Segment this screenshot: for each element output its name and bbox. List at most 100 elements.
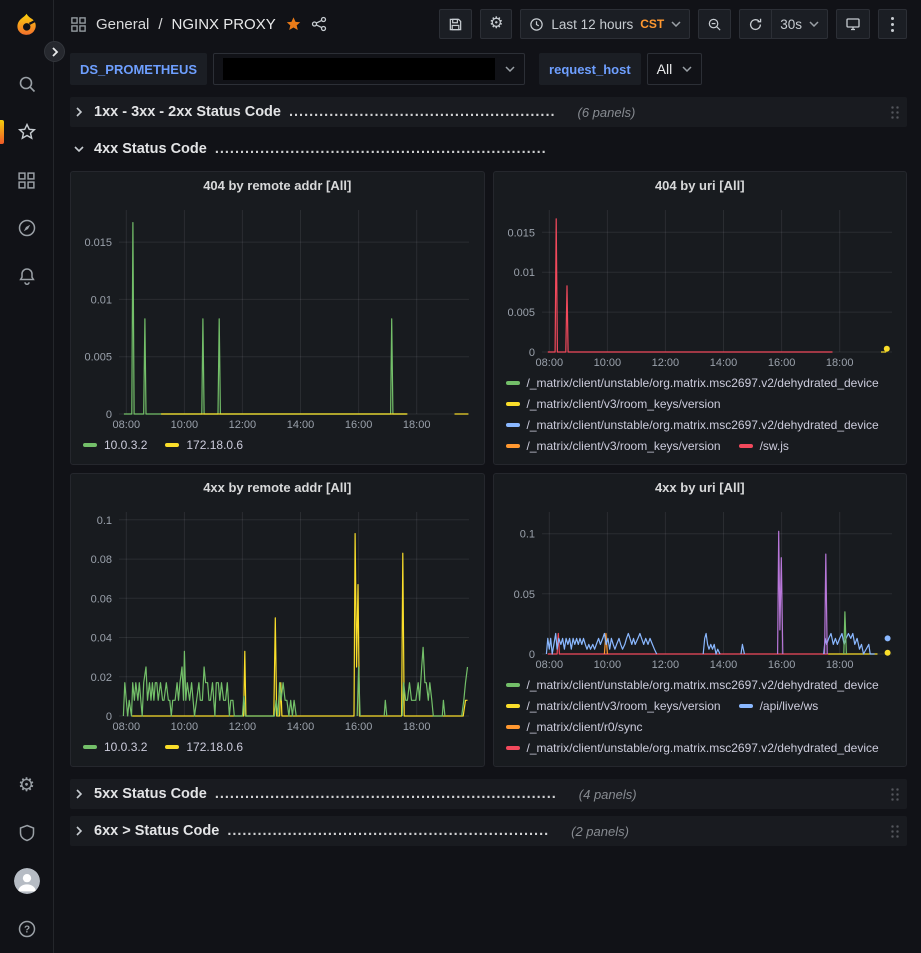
sidebar-item-dashboards[interactable] <box>0 156 53 204</box>
svg-text:18:00: 18:00 <box>403 721 431 733</box>
legend-item[interactable]: /_matrix/client/v3/room_keys/version <box>506 393 721 414</box>
time-series-chart[interactable]: 00.0050.010.01508:0010:0012:0014:0016:00… <box>79 200 477 432</box>
dashboard-row-1xx-3xx-2xx[interactable]: 1xx - 3xx - 2xx Status Code ............… <box>70 97 907 127</box>
dashboard-row-6xx[interactable]: 6xx > Status Code ......................… <box>70 816 907 846</box>
row-title-leader-dots: ........................................… <box>215 786 557 802</box>
dashboard-row-5xx[interactable]: 5xx Status Code ........................… <box>70 779 907 809</box>
shield-icon <box>17 823 37 843</box>
monitor-icon <box>845 16 861 32</box>
gear-icon: ⚙ <box>18 776 35 795</box>
sidebar-item-help[interactable]: ? <box>0 905 53 953</box>
sidebar-item-explore[interactable] <box>0 204 53 252</box>
legend-series-swatch <box>506 725 520 729</box>
dashboard-canvas: 1xx - 3xx - 2xx Status Code ............… <box>54 93 921 953</box>
breadcrumb-folder[interactable]: General <box>96 16 149 33</box>
legend-series-swatch <box>506 381 520 385</box>
legend-item[interactable]: 10.0.3.2 <box>83 434 147 455</box>
svg-text:0.1: 0.1 <box>519 529 534 541</box>
dashboard-title[interactable]: NGINX PROXY <box>172 16 276 33</box>
panel-title[interactable]: 404 by uri [All] <box>494 172 907 200</box>
svg-text:18:00: 18:00 <box>403 419 431 431</box>
chevron-right-icon <box>72 826 86 836</box>
sidebar-item-configuration[interactable]: ⚙ <box>0 761 53 809</box>
svg-text:0.015: 0.015 <box>507 227 535 239</box>
legend-item[interactable]: /_matrix/client/unstable/org.matrix.msc2… <box>506 674 879 695</box>
legend-item[interactable]: /_matrix/client/unstable/org.matrix.msc2… <box>506 414 879 435</box>
dashboard-row-4xx[interactable]: 4xx Status Code ........................… <box>70 134 907 164</box>
svg-text:12:00: 12:00 <box>651 357 679 369</box>
svg-text:08:00: 08:00 <box>535 659 563 671</box>
panel-title[interactable]: 404 by remote addr [All] <box>71 172 484 200</box>
panel-title[interactable]: 4xx by uri [All] <box>494 474 907 502</box>
row-title-leader-dots: ........................................… <box>215 141 547 157</box>
svg-text:0: 0 <box>106 711 112 723</box>
cycle-view-mode-button[interactable] <box>836 9 870 39</box>
legend-series-swatch <box>165 443 179 447</box>
dashboards-grid-icon <box>17 171 36 190</box>
more-options-button[interactable] <box>878 9 907 39</box>
help-icon: ? <box>17 919 37 939</box>
redacted-datasource-value <box>223 58 495 80</box>
refresh-group: 30s <box>739 9 828 39</box>
sidebar-expand-button[interactable] <box>44 41 65 62</box>
breadcrumb-separator: / <box>158 16 162 33</box>
row-drag-handle[interactable] <box>890 787 899 801</box>
refresh-interval-picker[interactable]: 30s <box>772 9 828 39</box>
row-panel-count: (4 panels) <box>579 787 637 802</box>
gear-icon: ⚙ <box>489 16 503 32</box>
time-range-picker[interactable]: Last 12 hours CST <box>520 9 690 39</box>
request-host-variable-label[interactable]: request_host <box>539 53 641 85</box>
grafana-logo[interactable] <box>0 0 53 50</box>
legend-series-swatch <box>506 746 520 750</box>
legend-item[interactable]: /_matrix/client/unstable/org.matrix.msc2… <box>506 737 879 758</box>
datasource-variable-picker[interactable] <box>213 53 525 85</box>
refresh-button[interactable] <box>739 9 772 39</box>
legend-item[interactable]: /_matrix/client/v3/room_keys/version <box>506 435 721 456</box>
legend-series-swatch <box>83 443 97 447</box>
svg-text:?: ? <box>23 925 29 936</box>
zoom-out-time-button[interactable] <box>698 9 731 39</box>
refresh-icon <box>748 17 763 32</box>
chevron-right-icon <box>51 47 59 57</box>
row-drag-handle[interactable] <box>890 824 899 838</box>
svg-text:12:00: 12:00 <box>229 419 257 431</box>
star-icon <box>17 122 37 142</box>
row-drag-handle[interactable] <box>890 105 899 119</box>
legend-item[interactable]: 172.18.0.6 <box>165 736 243 757</box>
dashboard-grid-icon <box>70 16 87 33</box>
legend-series-label: 10.0.3.2 <box>104 740 147 754</box>
save-dashboard-button[interactable] <box>439 9 472 39</box>
sidebar-item-alerting[interactable] <box>0 252 53 300</box>
legend-item[interactable]: 10.0.3.2 <box>83 736 147 757</box>
time-series-chart[interactable]: 00.050.108:0010:0012:0014:0016:0018:00 <box>502 502 900 672</box>
legend-item[interactable]: /_matrix/client/unstable/org.matrix.msc2… <box>506 372 879 393</box>
legend-item[interactable]: /api/live/ws <box>739 695 819 716</box>
legend-item[interactable]: /sw.js <box>739 435 789 456</box>
legend-item[interactable]: /_matrix/client/v3/room_keys/version <box>506 695 721 716</box>
sidebar-item-search[interactable] <box>0 60 53 108</box>
svg-text:12:00: 12:00 <box>229 721 257 733</box>
legend-series-swatch <box>739 704 753 708</box>
datasource-variable-label[interactable]: DS_PROMETHEUS <box>70 53 207 85</box>
svg-text:16:00: 16:00 <box>767 659 795 671</box>
time-series-chart[interactable]: 00.020.040.060.080.108:0010:0012:0014:00… <box>79 502 477 734</box>
panel-title[interactable]: 4xx by remote addr [All] <box>71 474 484 502</box>
legend-series-swatch <box>506 683 520 687</box>
chevron-down-icon <box>505 66 515 72</box>
svg-text:10:00: 10:00 <box>593 357 621 369</box>
clock-icon <box>529 17 544 32</box>
svg-text:0: 0 <box>106 409 112 421</box>
sidebar-item-profile[interactable] <box>0 857 53 905</box>
dashboard-settings-button[interactable]: ⚙ <box>480 9 512 39</box>
legend-item[interactable]: 172.18.0.6 <box>165 434 243 455</box>
svg-text:0.1: 0.1 <box>97 515 112 527</box>
sidebar-item-starred[interactable] <box>0 108 53 156</box>
share-icon[interactable] <box>311 16 327 32</box>
svg-text:0.06: 0.06 <box>91 593 112 605</box>
request-host-variable-picker[interactable]: All <box>647 53 703 85</box>
favorite-star-icon[interactable] <box>285 16 302 33</box>
legend-item[interactable]: /_matrix/client/r0/sync <box>506 716 643 737</box>
legend-series-label: 10.0.3.2 <box>104 438 147 452</box>
time-series-chart[interactable]: 00.0050.010.01508:0010:0012:0014:0016:00… <box>502 200 900 370</box>
sidebar-item-server-admin[interactable] <box>0 809 53 857</box>
